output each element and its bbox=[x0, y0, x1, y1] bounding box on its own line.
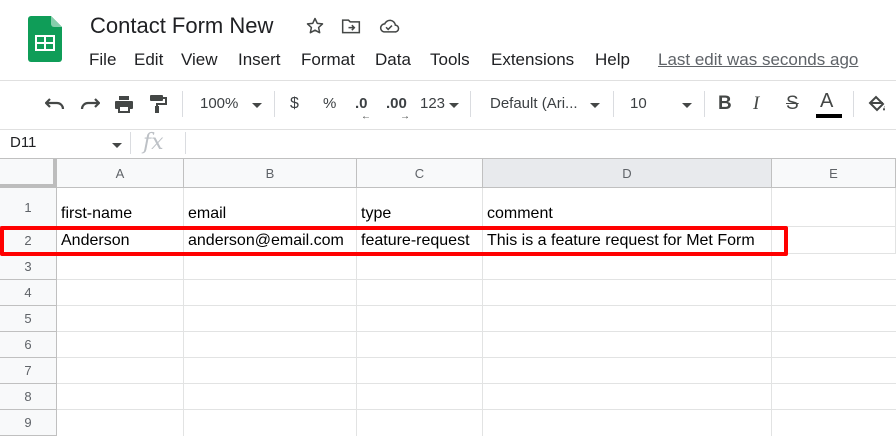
menu-file[interactable]: File bbox=[89, 50, 116, 70]
print-icon[interactable] bbox=[113, 92, 135, 116]
italic-button[interactable]: I bbox=[753, 93, 759, 115]
last-edit-link[interactable]: Last edit was seconds ago bbox=[658, 50, 858, 70]
menu-format[interactable]: Format bbox=[301, 50, 355, 70]
menu-edit[interactable]: Edit bbox=[134, 50, 163, 70]
font-size-caret-icon[interactable] bbox=[682, 103, 692, 108]
text-color-button[interactable]: A bbox=[820, 90, 833, 113]
document-title[interactable]: Contact Form New bbox=[90, 13, 273, 39]
cell-d1[interactable]: comment bbox=[483, 188, 772, 227]
bold-button[interactable]: B bbox=[718, 93, 732, 115]
column-header-d[interactable]: D bbox=[483, 159, 772, 188]
cell-b2[interactable]: anderson@email.com bbox=[184, 227, 357, 254]
formula-separator bbox=[185, 132, 186, 154]
menu-data[interactable]: Data bbox=[375, 50, 411, 70]
column-header-b[interactable]: B bbox=[184, 159, 357, 188]
paint-format-icon[interactable] bbox=[147, 92, 169, 116]
font-caret-icon[interactable] bbox=[590, 103, 600, 108]
cell-c1[interactable]: type bbox=[357, 188, 483, 227]
currency-button[interactable]: $ bbox=[290, 95, 299, 113]
cell-e2[interactable] bbox=[772, 227, 896, 254]
menu-insert[interactable]: Insert bbox=[238, 50, 281, 70]
column-header-c[interactable]: C bbox=[357, 159, 483, 188]
menu-tools[interactable]: Tools bbox=[430, 50, 470, 70]
undo-icon[interactable] bbox=[44, 92, 66, 116]
cell-a1[interactable]: first-name bbox=[57, 188, 184, 227]
cell-e1[interactable] bbox=[772, 188, 896, 227]
redo-icon[interactable] bbox=[79, 92, 101, 116]
increase-decimal-button[interactable]: .00 bbox=[386, 95, 407, 112]
toolbar-separator bbox=[613, 91, 614, 117]
menu-view[interactable]: View bbox=[181, 50, 218, 70]
star-icon[interactable] bbox=[303, 14, 327, 38]
cell-b1[interactable]: email bbox=[184, 188, 357, 227]
row-header-1[interactable]: 1 bbox=[0, 188, 57, 227]
cell-a2[interactable]: Anderson bbox=[57, 227, 184, 254]
more-formats-button[interactable]: 123 bbox=[420, 95, 445, 112]
zoom-caret-icon[interactable] bbox=[252, 103, 262, 108]
sheets-logo-icon[interactable] bbox=[28, 16, 62, 62]
text-color-swatch bbox=[816, 114, 842, 118]
row-header-4[interactable]: 4 bbox=[0, 280, 57, 306]
name-box-caret-icon[interactable] bbox=[112, 143, 122, 148]
column-header-a[interactable]: A bbox=[57, 159, 184, 188]
row-header-3[interactable]: 3 bbox=[0, 254, 57, 280]
column-header-e[interactable]: E bbox=[772, 159, 896, 188]
more-formats-caret-icon[interactable] bbox=[449, 103, 459, 108]
zoom-select[interactable]: 100% bbox=[200, 95, 238, 112]
cloud-saved-icon[interactable] bbox=[377, 14, 401, 38]
fx-icon: fx bbox=[143, 130, 164, 155]
row-header-6[interactable]: 6 bbox=[0, 332, 57, 358]
row-header-8[interactable]: 8 bbox=[0, 384, 57, 410]
menu-help[interactable]: Help bbox=[595, 50, 630, 70]
name-box[interactable]: D11 bbox=[10, 134, 36, 151]
toolbar-divider bbox=[0, 80, 896, 81]
percent-button[interactable]: % bbox=[323, 95, 336, 112]
font-select[interactable]: Default (Ari... bbox=[490, 95, 578, 112]
row-header-9[interactable]: 9 bbox=[0, 410, 57, 436]
cell-d2[interactable]: This is a feature request for Met Form bbox=[483, 227, 772, 254]
toolbar-separator bbox=[274, 91, 275, 117]
formula-input[interactable] bbox=[190, 132, 890, 154]
toolbar-separator bbox=[470, 91, 471, 117]
formula-bar-divider bbox=[0, 129, 896, 130]
empty-cells-area[interactable] bbox=[57, 254, 896, 436]
increase-arrow-icon: → bbox=[400, 111, 410, 122]
toolbar-separator bbox=[182, 91, 183, 117]
row-header-2[interactable]: 2 bbox=[0, 227, 57, 254]
decrease-arrow-icon: ← bbox=[361, 111, 371, 122]
fill-color-icon[interactable] bbox=[866, 92, 888, 116]
formula-separator bbox=[130, 132, 131, 154]
toolbar-separator bbox=[853, 91, 854, 117]
decrease-decimal-button[interactable]: .0 bbox=[355, 95, 368, 112]
cell-c2[interactable]: feature-request bbox=[357, 227, 483, 254]
row-header-5[interactable]: 5 bbox=[0, 306, 57, 332]
menu-extensions[interactable]: Extensions bbox=[491, 50, 574, 70]
toolbar-separator bbox=[704, 91, 705, 117]
strikethrough-button[interactable]: S bbox=[786, 93, 799, 115]
row-header-7[interactable]: 7 bbox=[0, 358, 57, 384]
font-size-select[interactable]: 10 bbox=[630, 95, 647, 112]
move-folder-icon[interactable] bbox=[339, 14, 363, 38]
select-all-corner[interactable] bbox=[0, 159, 57, 188]
